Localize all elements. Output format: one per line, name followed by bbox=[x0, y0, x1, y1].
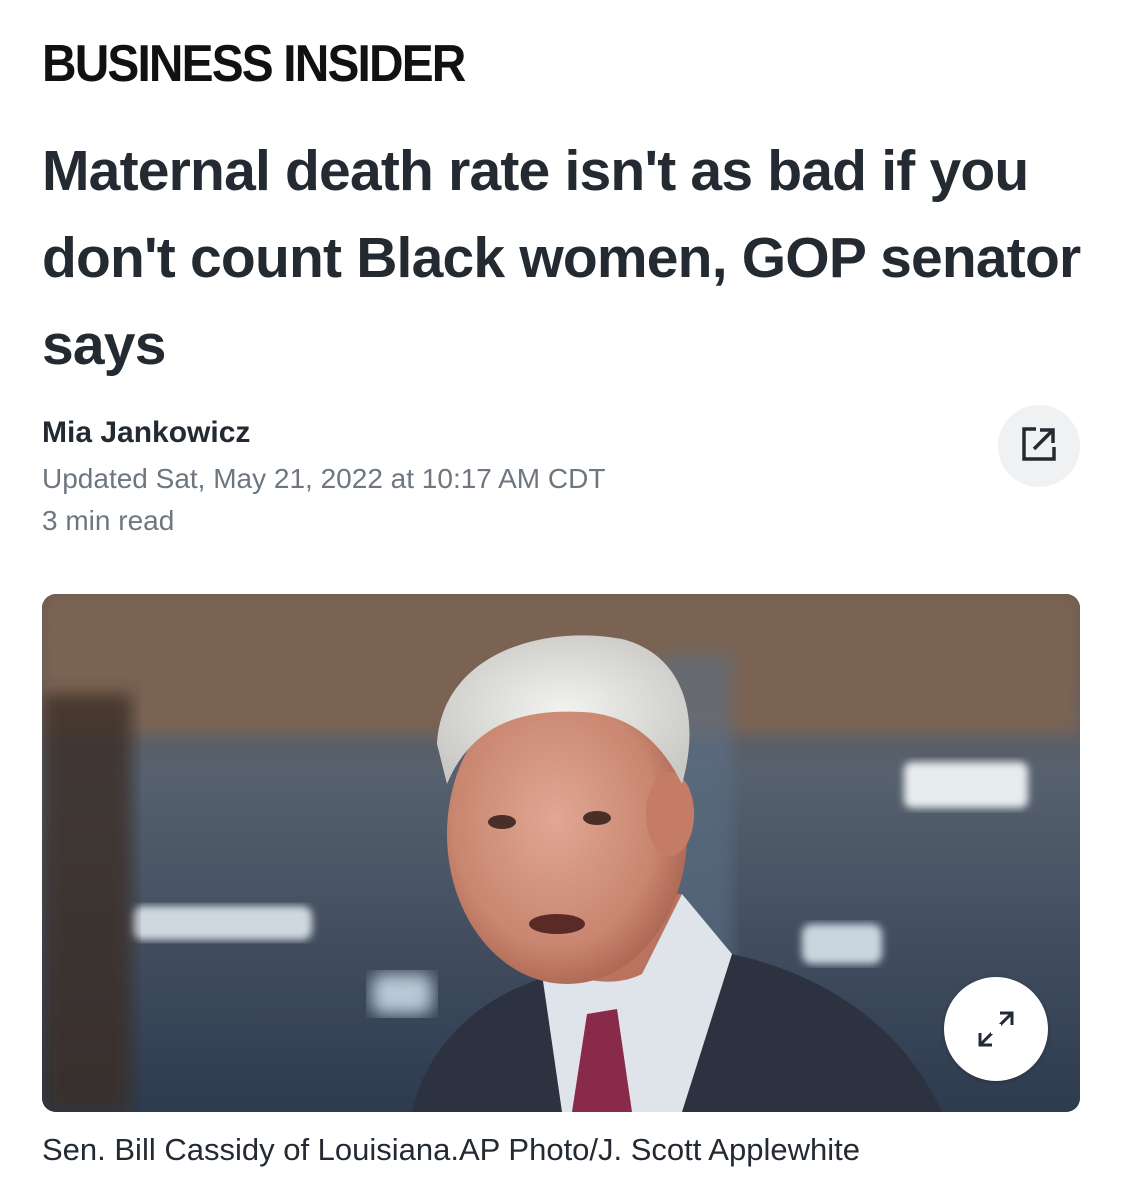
expand-photo-button[interactable] bbox=[944, 977, 1048, 1081]
publication-logo[interactable]: BUSINESS INSIDER bbox=[42, 34, 466, 94]
article-photo[interactable] bbox=[42, 594, 1080, 1112]
article-page: BUSINESS INSIDER Maternal death rate isn… bbox=[0, 0, 1122, 1200]
updated-timestamp: Updated Sat, May 21, 2022 at 10:17 AM CD… bbox=[42, 463, 606, 494]
author-name[interactable]: Mia Jankowicz bbox=[42, 414, 250, 452]
share-external-icon bbox=[1020, 425, 1058, 468]
article-headline: Maternal death rate isn't as bad if you … bbox=[42, 139, 1081, 377]
share-button[interactable] bbox=[998, 405, 1080, 487]
photo-caption: Sen. Bill Cassidy of Louisiana.AP Photo/… bbox=[42, 1132, 860, 1167]
read-time: 3 min read bbox=[42, 505, 175, 536]
expand-arrows-icon bbox=[974, 1007, 1018, 1051]
